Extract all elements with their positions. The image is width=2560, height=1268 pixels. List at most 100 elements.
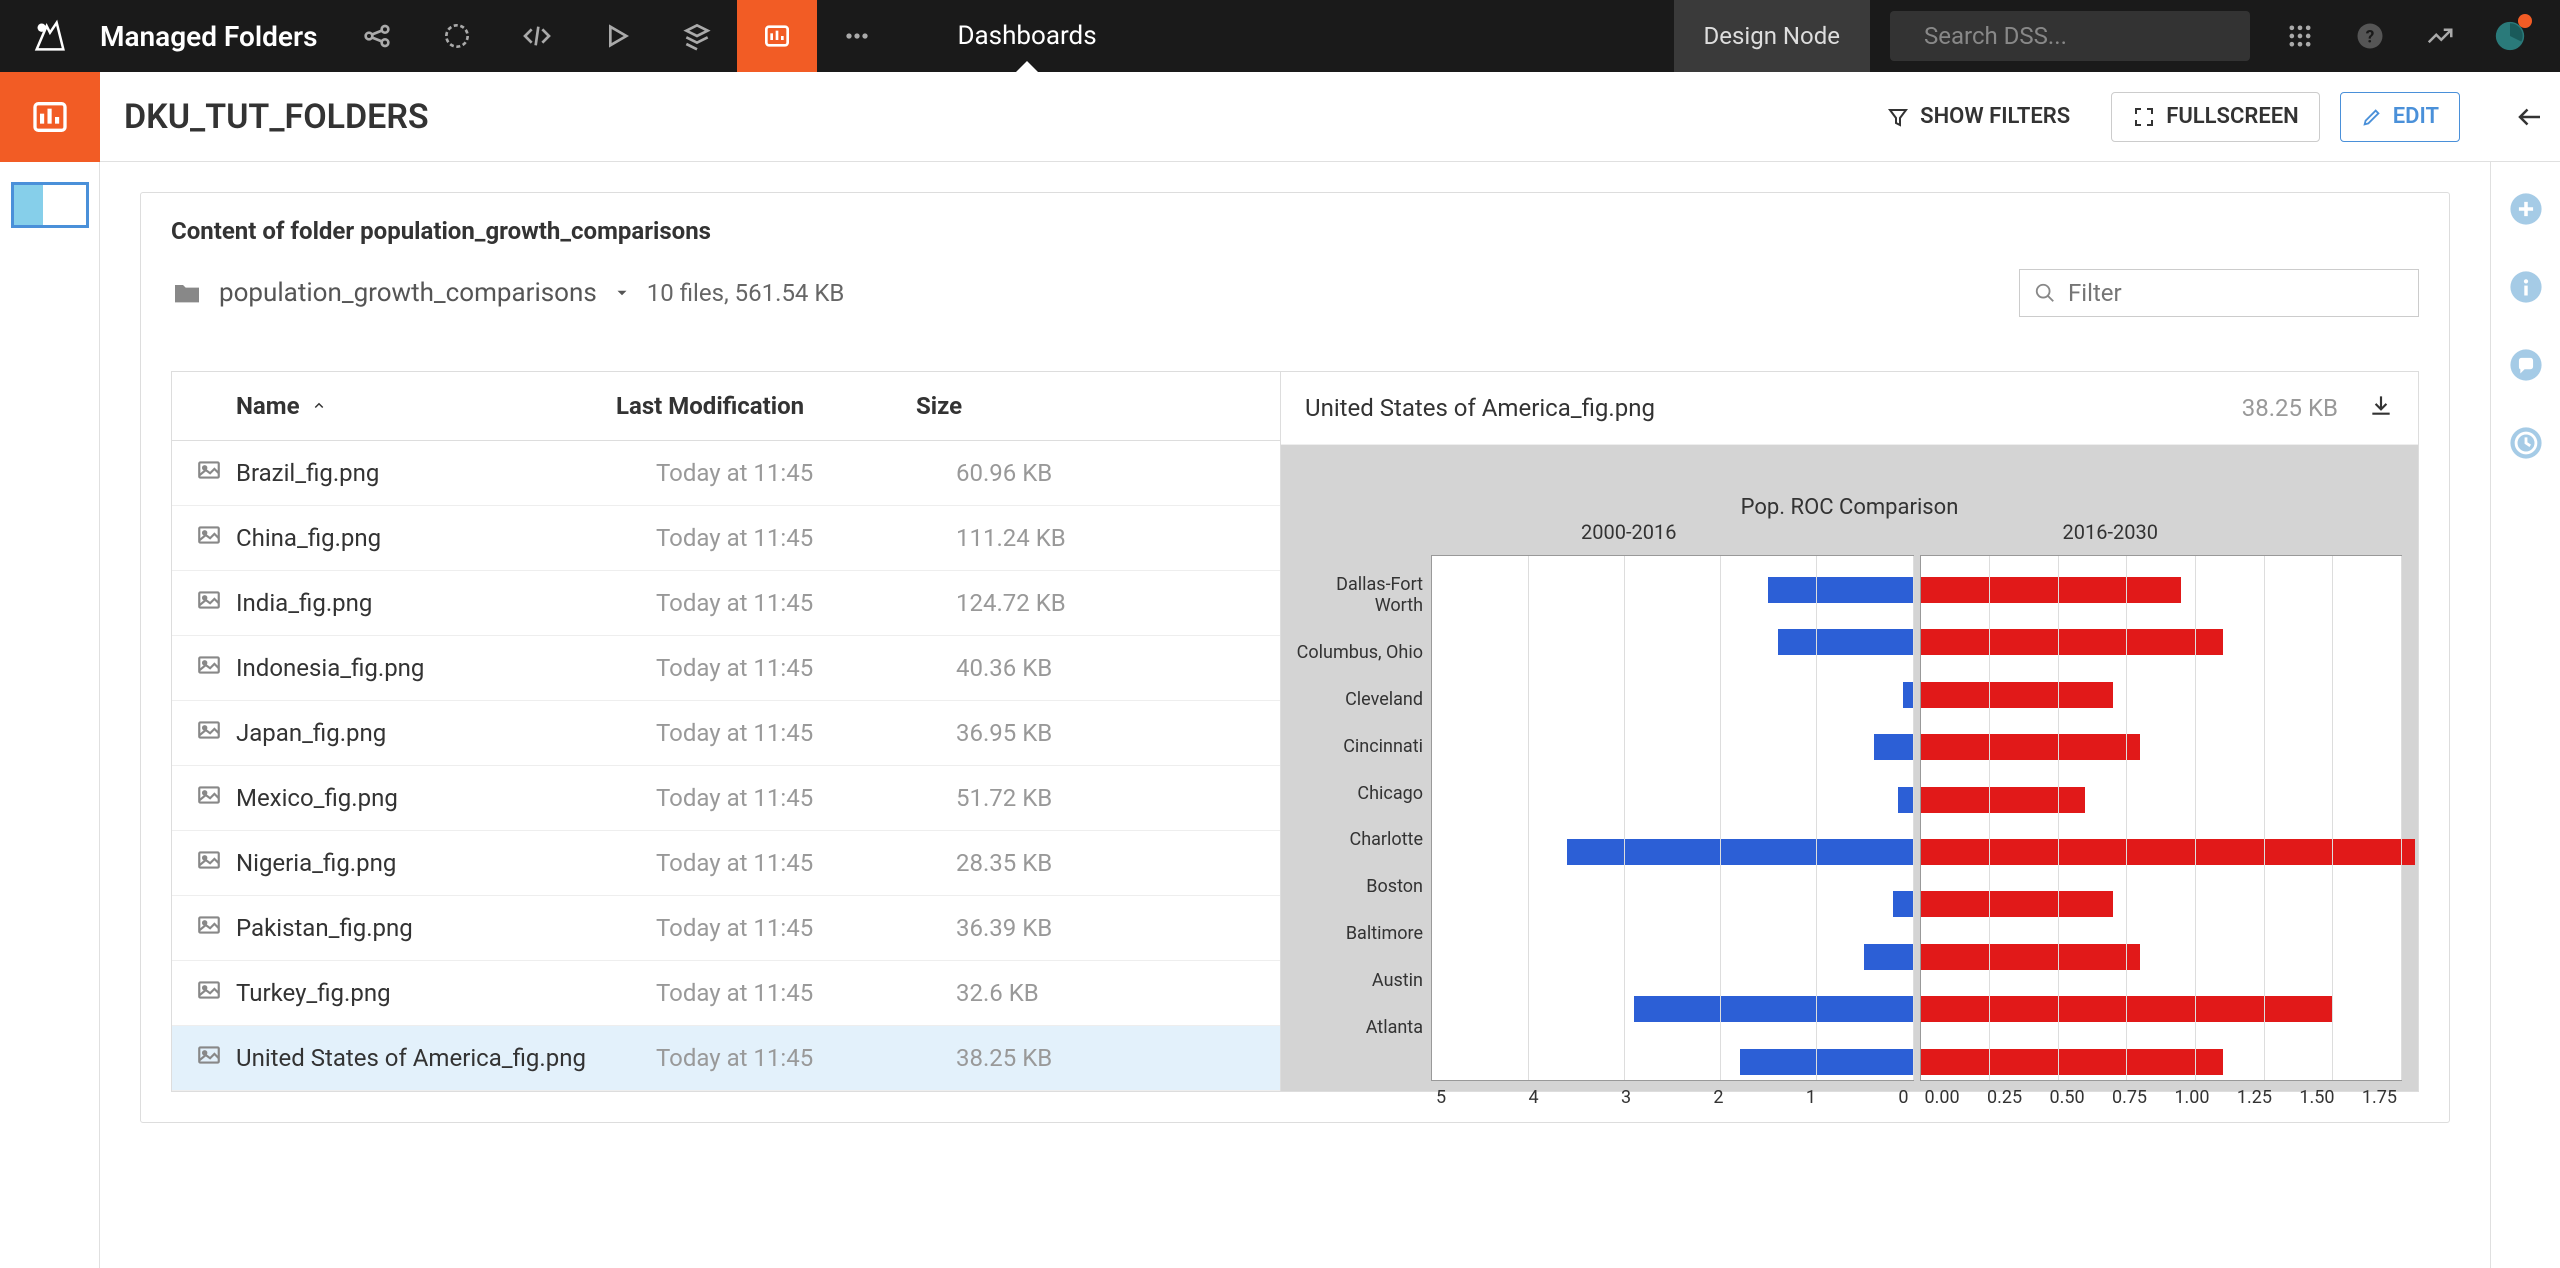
table-row[interactable]: Japan_fig.png Today at 11:45 36.95 KB — [172, 701, 1280, 766]
file-size: 36.95 KB — [956, 719, 1156, 747]
file-modified: Today at 11:45 — [656, 784, 956, 812]
global-search[interactable] — [1890, 11, 2250, 61]
col-mod-header[interactable]: Last Modification — [616, 392, 916, 420]
file-name: Nigeria_fig.png — [236, 849, 656, 877]
table-row[interactable]: Nigeria_fig.png Today at 11:45 28.35 KB — [172, 831, 1280, 896]
image-file-icon — [196, 522, 236, 554]
back-arrow-button[interactable] — [2500, 102, 2560, 132]
subplot-label-right: 2016-2030 — [2063, 520, 2158, 544]
search-icon — [2034, 282, 2056, 304]
right-rail — [2490, 162, 2560, 1268]
add-icon[interactable] — [2509, 192, 2543, 230]
code-icon[interactable] — [497, 0, 577, 72]
table-row[interactable]: China_fig.png Today at 11:45 111.24 KB — [172, 506, 1280, 571]
jobs-icon[interactable] — [2480, 0, 2540, 72]
file-name: Pakistan_fig.png — [236, 914, 656, 942]
sort-asc-icon[interactable] — [310, 397, 328, 415]
file-name: United States of America_fig.png — [236, 1044, 656, 1072]
file-size: 36.39 KB — [956, 914, 1156, 942]
search-input[interactable] — [1924, 22, 2235, 50]
image-file-icon — [196, 782, 236, 814]
more-icon[interactable] — [817, 0, 897, 72]
subplot-right: 0.000.250.500.751.001.251.501.75 — [1920, 555, 2403, 1081]
file-table: Name Last Modification Size Brazil_fig.p… — [171, 371, 1281, 1092]
subplot-label-left: 2000-2016 — [1581, 520, 1676, 544]
circle-icon[interactable] — [417, 0, 497, 72]
image-file-icon — [196, 457, 236, 489]
file-size: 60.96 KB — [956, 459, 1156, 487]
file-modified: Today at 11:45 — [656, 459, 956, 487]
file-modified: Today at 11:45 — [656, 979, 956, 1007]
col-size-header[interactable]: Size — [916, 392, 1116, 420]
file-name: Mexico_fig.png — [236, 784, 656, 812]
slide-rail — [0, 162, 100, 1268]
info-icon[interactable] — [2509, 270, 2543, 308]
history-icon[interactable] — [2509, 426, 2543, 464]
folder-icon — [171, 277, 203, 309]
table-row[interactable]: Pakistan_fig.png Today at 11:45 36.39 KB — [172, 896, 1280, 961]
file-modified: Today at 11:45 — [656, 589, 956, 617]
activity-icon[interactable] — [2410, 0, 2470, 72]
dashboard-type-icon — [0, 72, 100, 162]
image-file-icon — [196, 1042, 236, 1074]
arrow-left-icon — [2515, 102, 2545, 132]
edit-button[interactable]: EDIT — [2340, 92, 2460, 142]
image-file-icon — [196, 912, 236, 944]
preview-filename: United States of America_fig.png — [1305, 394, 2242, 422]
chart-preview: Pop. ROC Comparison 2000-2016 2016-2030 … — [1281, 445, 2418, 1091]
comments-icon[interactable] — [2509, 348, 2543, 386]
image-file-icon — [196, 717, 236, 749]
design-node-label[interactable]: Design Node — [1674, 0, 1870, 72]
app-title: Managed Folders — [100, 20, 337, 53]
folder-stats: 10 files, 561.54 KB — [647, 279, 845, 307]
file-size: 124.72 KB — [956, 589, 1156, 617]
file-size: 28.35 KB — [956, 849, 1156, 877]
panel-header: Content of folder population_growth_comp… — [141, 193, 2449, 259]
table-row[interactable]: United States of America_fig.png Today a… — [172, 1026, 1280, 1091]
svg-text:?: ? — [2366, 27, 2375, 47]
file-modified: Today at 11:45 — [656, 654, 956, 682]
file-name: Turkey_fig.png — [236, 979, 656, 1007]
fullscreen-button[interactable]: FULLSCREEN — [2111, 92, 2320, 142]
file-size: 38.25 KB — [956, 1044, 1156, 1072]
chevron-down-icon[interactable] — [613, 284, 631, 302]
preview-size: 38.25 KB — [2242, 394, 2338, 422]
slide-thumbnail[interactable] — [11, 182, 89, 228]
file-size: 51.72 KB — [956, 784, 1156, 812]
show-filters-button[interactable]: SHOW FILTERS — [1865, 92, 2091, 142]
chart-title: Pop. ROC Comparison — [1741, 495, 1959, 520]
flow-icon[interactable] — [337, 0, 417, 72]
filter-icon — [1886, 105, 1910, 129]
apps-icon[interactable] — [2270, 0, 2330, 72]
dashboard-icon[interactable] — [737, 0, 817, 72]
table-row[interactable]: Turkey_fig.png Today at 11:45 32.6 KB — [172, 961, 1280, 1026]
file-name: Brazil_fig.png — [236, 459, 656, 487]
col-name-header[interactable]: Name — [236, 392, 300, 420]
preview-pane: United States of America_fig.png 38.25 K… — [1281, 371, 2419, 1092]
filter-box[interactable] — [2019, 269, 2419, 317]
table-row[interactable]: Brazil_fig.png Today at 11:45 60.96 KB — [172, 441, 1280, 506]
subheader: DKU_TUT_FOLDERS SHOW FILTERS FULLSCREEN … — [0, 72, 2560, 162]
file-size: 40.36 KB — [956, 654, 1156, 682]
table-row[interactable]: India_fig.png Today at 11:45 124.72 KB — [172, 571, 1280, 636]
table-row[interactable]: Indonesia_fig.png Today at 11:45 40.36 K… — [172, 636, 1280, 701]
file-modified: Today at 11:45 — [656, 719, 956, 747]
top-nav: Managed Folders Dashboards Design Node ? — [0, 0, 2560, 72]
play-icon[interactable] — [577, 0, 657, 72]
download-button[interactable] — [2368, 392, 2394, 424]
page-title: DKU_TUT_FOLDERS — [100, 97, 1865, 137]
app-logo[interactable] — [0, 16, 100, 56]
file-modified: Today at 11:45 — [656, 914, 956, 942]
folder-name[interactable]: population_growth_comparisons — [219, 278, 597, 308]
filter-input[interactable] — [2068, 279, 2404, 307]
tab-label: Dashboards — [957, 21, 1096, 51]
image-file-icon — [196, 847, 236, 879]
help-icon[interactable]: ? — [2340, 0, 2400, 72]
table-row[interactable]: Mexico_fig.png Today at 11:45 51.72 KB — [172, 766, 1280, 831]
layers-icon[interactable] — [657, 0, 737, 72]
pencil-icon — [2361, 106, 2383, 128]
image-file-icon — [196, 977, 236, 1009]
tab-dashboards[interactable]: Dashboards — [927, 0, 1126, 72]
file-name: Indonesia_fig.png — [236, 654, 656, 682]
download-icon — [2368, 392, 2394, 418]
